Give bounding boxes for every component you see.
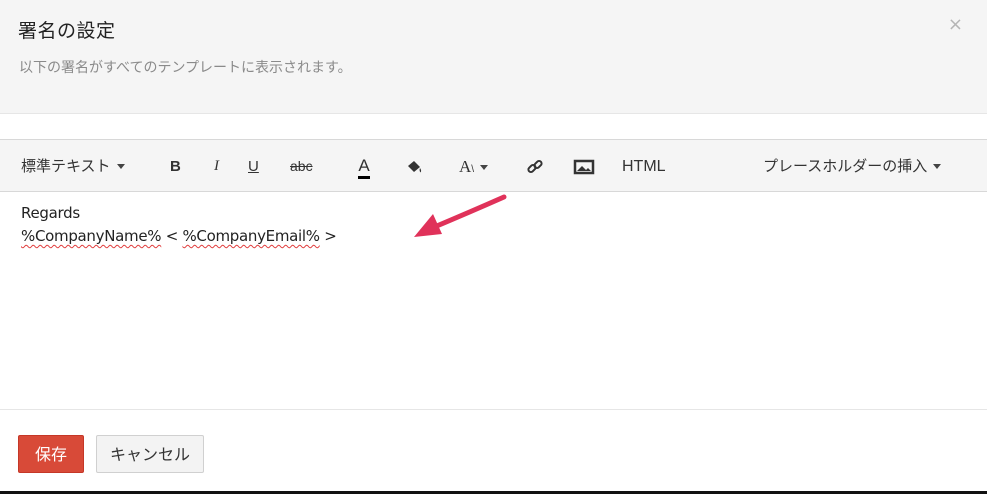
image-button[interactable] — [573, 140, 595, 193]
editor-line-1: Regards — [21, 204, 80, 222]
image-icon — [573, 159, 595, 174]
bold-button[interactable]: B — [170, 140, 181, 193]
editor-toolbar: 標準テキスト B I U abc A A\ HTML プレースホルダーの挿入 — [0, 139, 987, 192]
cancel-button[interactable]: キャンセル — [96, 435, 204, 473]
bottom-border — [0, 491, 987, 494]
save-button[interactable]: 保存 — [18, 435, 84, 473]
lt-symbol: < — [161, 227, 183, 245]
gt-symbol: > — [319, 227, 337, 245]
chevron-down-icon — [480, 165, 489, 170]
link-icon — [527, 159, 543, 173]
annotation-arrow-icon — [414, 194, 507, 237]
html-button[interactable]: HTML — [622, 140, 666, 193]
dialog-subtitle: 以下の署名がすべてのテンプレートに表示されます。 — [19, 60, 352, 76]
font-color-label: A — [358, 156, 370, 179]
link-button[interactable] — [526, 140, 544, 193]
dialog-header: 署名の設定 以下の署名がすべてのテンプレートに表示されます。 × — [0, 0, 987, 114]
dialog-title: 署名の設定 — [18, 20, 116, 42]
insert-placeholder-label: プレースホルダーの挿入 — [763, 157, 928, 175]
font-size-dropdown[interactable]: A\ — [459, 140, 489, 193]
paint-bucket-icon — [408, 160, 422, 172]
insert-placeholder-dropdown[interactable]: プレースホルダーの挿入 — [763, 140, 942, 193]
chevron-down-icon — [116, 164, 125, 169]
editor-line-2: %CompanyName% < %CompanyEmail% > — [21, 227, 337, 245]
format-dropdown[interactable]: 標準テキスト — [21, 140, 125, 193]
dialog-footer: 保存 キャンセル — [0, 411, 987, 497]
font-size-label: A — [459, 157, 472, 176]
format-dropdown-label: 標準テキスト — [21, 157, 111, 175]
strikethrough-button[interactable]: abc — [290, 140, 313, 193]
close-icon[interactable]: × — [948, 14, 963, 35]
chevron-down-icon — [933, 164, 942, 169]
italic-button[interactable]: I — [214, 140, 219, 193]
font-color-button[interactable]: A — [355, 140, 373, 193]
company-name-placeholder: %CompanyName% — [21, 227, 162, 245]
highlight-color-button[interactable] — [405, 140, 425, 193]
underline-button[interactable]: U — [248, 140, 259, 193]
company-email-placeholder: %CompanyEmail% — [182, 227, 320, 245]
